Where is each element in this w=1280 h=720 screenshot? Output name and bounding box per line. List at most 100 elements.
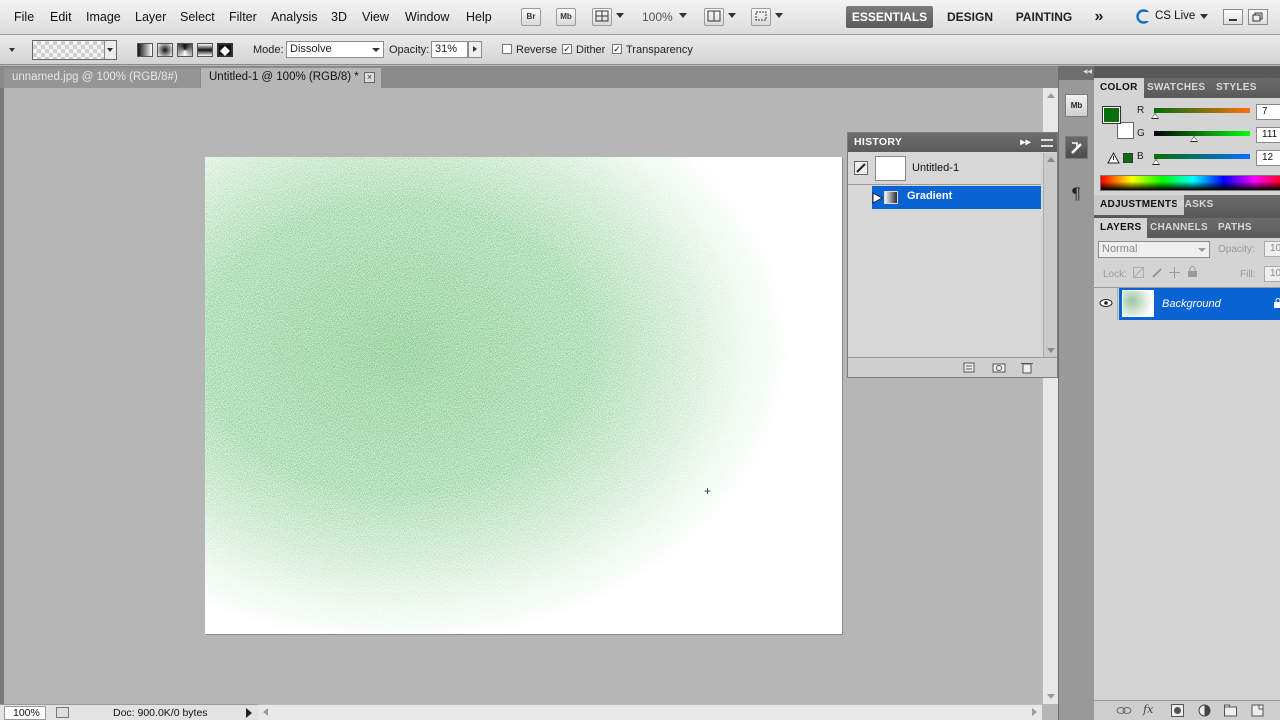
new-adjustment-layer-icon[interactable] [1198,704,1211,717]
status-menu-arrow-icon[interactable] [246,708,252,718]
scroll-down-icon[interactable] [1047,348,1055,353]
mini-bridge-button[interactable]: Mb [556,8,576,26]
collapse-icon[interactable]: ▸▸ [1020,133,1031,152]
radial-gradient-button[interactable] [157,43,173,57]
tab-color[interactable]: COLOR [1094,78,1144,98]
add-mask-icon[interactable] [1171,704,1184,717]
gradient-picker[interactable] [32,40,117,60]
workspace-painting[interactable]: PAINTING [1010,6,1078,28]
link-layers-icon[interactable] [1116,705,1132,716]
r-slider-handle-icon[interactable] [1151,113,1159,119]
extras-button[interactable] [592,8,612,26]
collapse-icon[interactable]: ◂◂ [1083,66,1092,77]
fill-input[interactable]: 100 [1264,266,1280,282]
close-icon[interactable]: × [364,72,375,83]
restore-button[interactable] [1248,9,1268,25]
lock-image-brush-icon[interactable] [1151,267,1162,278]
cs-live-caret-icon[interactable] [1200,14,1208,19]
background-color-swatch[interactable] [1117,122,1134,139]
blend-mode-select[interactable]: Normal [1098,241,1210,258]
scroll-up-icon[interactable] [1047,93,1055,98]
linear-gradient-button[interactable] [137,43,153,57]
opacity-input[interactable]: 31% [431,41,468,58]
b-value-input[interactable]: 12 [1256,150,1280,166]
scroll-left-icon[interactable] [263,708,268,716]
dither-checkbox[interactable]: ✓ [562,44,572,54]
more-workspaces-button[interactable]: » [1088,6,1110,28]
lock-transparent-icon[interactable] [1133,267,1144,278]
workspace-design[interactable]: DESIGN [941,6,999,28]
transparency-checkbox[interactable]: ✓ [612,44,622,54]
lock-all-icon[interactable] [1187,266,1198,278]
menu-image[interactable]: Image [86,10,121,24]
menu-analysis[interactable]: Analysis [271,10,318,24]
tab-untitled-1[interactable]: Untitled-1 @ 100% (RGB/8) * × [201,68,381,88]
menu-help[interactable]: Help [466,10,492,24]
arrange-caret-icon[interactable] [728,13,736,18]
menu-edit[interactable]: Edit [50,10,72,24]
extras-caret-icon[interactable] [616,13,624,18]
r-slider[interactable] [1154,108,1250,113]
menu-layer[interactable]: Layer [135,10,166,24]
layer-visibility-toggle[interactable] [1094,288,1118,320]
tab-swatches[interactable]: SWATCHES [1141,78,1211,98]
menu-3d[interactable]: 3D [331,10,347,24]
g-value-input[interactable]: 111 [1256,127,1280,143]
zoom-input[interactable]: 100% [4,706,46,720]
diamond-gradient-button[interactable] [217,43,233,57]
menu-window[interactable]: Window [405,10,449,24]
menu-select[interactable]: Select [180,10,215,24]
screen-mode-button[interactable] [751,8,771,26]
horizontal-scrollbar[interactable] [258,704,1042,720]
layer-style-fx-icon[interactable]: fx [1143,703,1153,716]
menu-view[interactable]: View [362,10,389,24]
menu-file[interactable]: File [14,10,34,24]
menu-filter[interactable]: Filter [229,10,257,24]
b-slider[interactable] [1154,154,1250,159]
new-layer-icon[interactable] [1251,704,1264,717]
r-value-input[interactable]: 7 [1256,104,1280,120]
scroll-down-icon[interactable] [1047,694,1055,699]
reverse-checkbox[interactable] [502,44,512,54]
workspace-essentials[interactable]: ESSENTIALS [846,6,933,28]
trash-icon[interactable] [1020,361,1034,374]
tab-styles[interactable]: STYLES [1210,78,1263,98]
scroll-right-icon[interactable] [1032,708,1037,716]
g-slider[interactable] [1154,131,1250,136]
new-document-from-state-icon[interactable] [962,361,976,374]
mode-select[interactable]: Dissolve [286,41,384,58]
arrange-documents-button[interactable] [704,8,724,26]
history-snapshot[interactable]: Untitled-1 [848,153,1041,183]
tab-layers[interactable]: LAYERS [1094,218,1148,238]
layer-opacity-input[interactable]: 100 [1264,241,1280,257]
status-info-icon[interactable] [56,707,69,718]
zoom-level[interactable]: 100% [642,10,673,24]
panel-menu-icon[interactable] [1041,139,1053,147]
out-of-gamut-warning-icon[interactable] [1107,152,1120,164]
opacity-slider-button[interactable] [468,41,482,58]
scroll-up-icon[interactable] [1047,157,1055,162]
new-group-folder-icon[interactable] [1224,704,1237,717]
cs-live-menu[interactable]: CS Live [1155,10,1195,22]
angle-gradient-button[interactable] [177,43,193,57]
mini-bridge-icon[interactable]: Mb [1065,94,1088,117]
camera-snapshot-icon[interactable] [992,361,1006,374]
layer-row[interactable]: Background [1094,288,1280,320]
bridge-button[interactable]: Br [521,8,541,26]
tab-channels[interactable]: CHANNELS [1144,218,1214,238]
gamut-color-swatch[interactable] [1123,153,1133,163]
minimize-button[interactable] [1223,9,1243,25]
tab-unnamed-jpg[interactable]: unnamed.jpg @ 100% (RGB/8#) [4,68,200,88]
reflected-gradient-button[interactable] [197,43,213,57]
history-scrollbar[interactable] [1043,153,1057,357]
history-state[interactable]: Gradient [848,186,1041,209]
tab-paths[interactable]: PATHS [1212,218,1258,238]
tab-masks[interactable]: MASKS [1170,195,1220,215]
tool-preset-caret-icon[interactable] [9,48,15,52]
document-canvas[interactable]: + [205,157,842,634]
paragraph-icon[interactable]: ¶ [1071,184,1081,203]
b-slider-handle-icon[interactable] [1152,159,1160,165]
history-brush-icon[interactable] [1065,136,1088,159]
screen-mode-caret-icon[interactable] [775,13,783,18]
color-spectrum-ramp[interactable] [1100,175,1280,191]
